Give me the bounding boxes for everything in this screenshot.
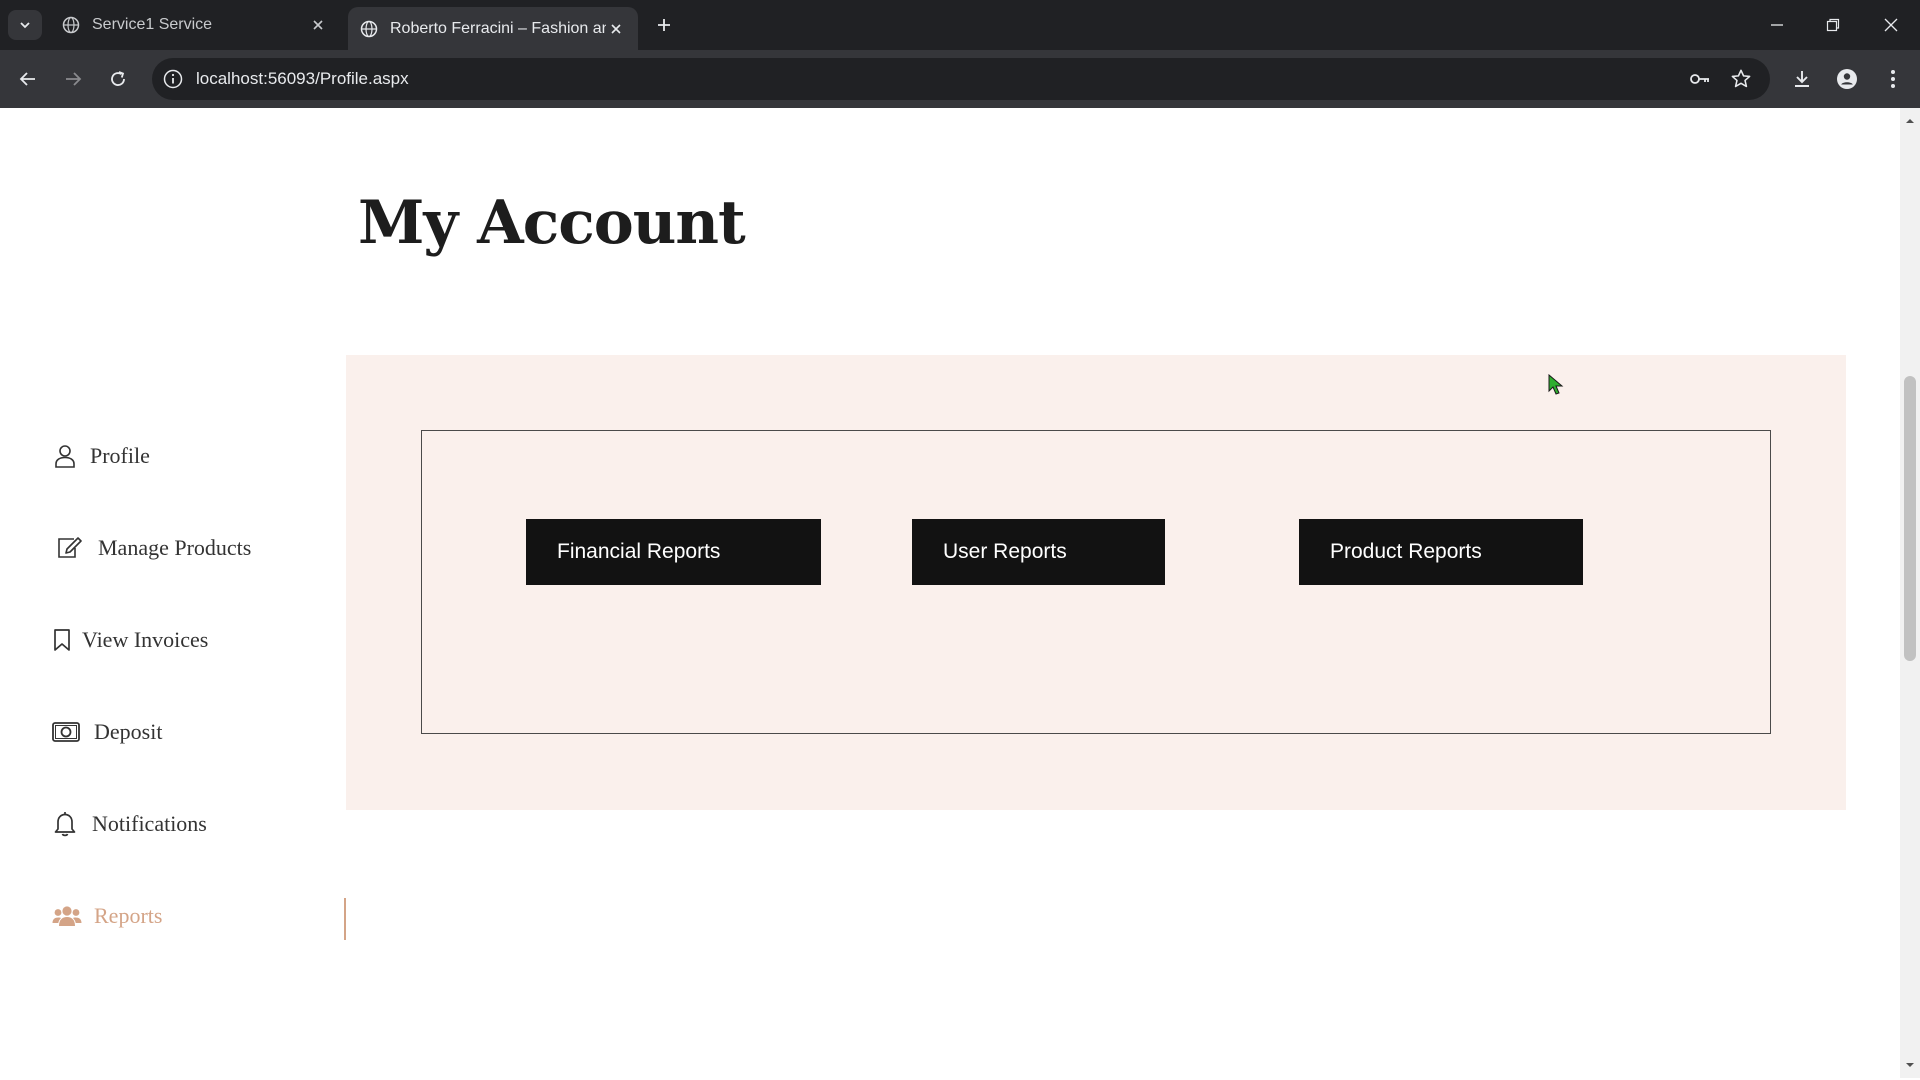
tab-title: Service1 Service	[92, 16, 213, 33]
new-tab-button[interactable]	[652, 13, 676, 37]
sidebar-item-view-invoices[interactable]: View Invoices	[52, 622, 208, 658]
plus-icon	[658, 19, 670, 31]
browser-tab-service1[interactable]: Service1 Service	[50, 7, 340, 43]
users-icon	[52, 903, 82, 929]
download-icon	[1795, 71, 1809, 87]
info-icon[interactable]	[162, 68, 184, 90]
arrow-left-icon	[19, 72, 35, 86]
tab-close-icon[interactable]	[606, 19, 626, 39]
downloads-button[interactable]	[1787, 64, 1817, 94]
sidebar-item-profile[interactable]: Profile	[52, 438, 150, 474]
sidebar-item-deposit[interactable]: Deposit	[52, 714, 162, 750]
close-icon	[1884, 18, 1898, 32]
page-scrollbar[interactable]	[1900, 108, 1920, 1078]
password-key-icon[interactable]	[1688, 67, 1712, 91]
browser-titlebar: Service1 Service Roberto Ferracini – Fas…	[0, 0, 1920, 50]
browser-tab-roberto-ferracini[interactable]: Roberto Ferracini – Fashion and	[348, 7, 638, 50]
account-icon	[1837, 69, 1857, 89]
menu-button[interactable]	[1878, 64, 1908, 94]
browser-toolbar: localhost:56093/Profile.aspx	[0, 50, 1920, 108]
url-text: localhost:56093/Profile.aspx	[196, 69, 409, 88]
sidebar-item-label: Profile	[90, 443, 150, 468]
scroll-up-icon[interactable]	[1905, 116, 1915, 126]
chevron-down-icon	[20, 22, 30, 29]
page-viewport: My Account Profile Manage Products View …	[0, 108, 1900, 1078]
user-icon	[52, 443, 78, 469]
mouse-cursor-icon	[1548, 374, 1564, 395]
minimize-icon	[1771, 24, 1783, 26]
reports-panel: Financial Reports User Reports Product R…	[346, 355, 1846, 810]
active-tab-indicator	[344, 898, 346, 940]
tab-search-button[interactable]	[8, 10, 42, 40]
arrow-right-icon	[66, 72, 82, 86]
sidebar-item-label: Deposit	[94, 719, 163, 744]
bell-icon	[52, 811, 78, 837]
product-reports-button[interactable]: Product Reports	[1299, 519, 1583, 585]
globe-icon	[62, 16, 80, 34]
page-title: My Account	[358, 188, 746, 258]
more-vertical-icon	[1891, 70, 1895, 88]
money-icon	[52, 719, 80, 745]
back-button[interactable]	[13, 64, 43, 94]
tab-close-icon[interactable]	[308, 15, 328, 35]
scroll-thumb[interactable]	[1904, 376, 1916, 661]
globe-icon	[360, 20, 378, 37]
reload-icon	[111, 71, 125, 86]
bookmark-star-icon[interactable]	[1729, 67, 1753, 91]
sidebar-item-label: Reports	[94, 903, 163, 928]
user-reports-button[interactable]: User Reports	[912, 519, 1165, 585]
sidebar-item-notifications[interactable]: Notifications	[52, 806, 207, 842]
sidebar-item-label: Notifications	[92, 811, 207, 836]
financial-reports-button[interactable]: Financial Reports	[526, 519, 821, 585]
sidebar-item-label: View Invoices	[82, 627, 209, 652]
profile-button[interactable]	[1832, 64, 1862, 94]
bookmark-icon	[52, 627, 72, 653]
reports-box: Financial Reports User Reports Product R…	[421, 430, 1771, 734]
address-bar[interactable]: localhost:56093/Profile.aspx	[152, 58, 1770, 100]
close-window-button[interactable]	[1876, 10, 1906, 40]
tab-title: Roberto Ferracini – Fashion and	[390, 19, 606, 37]
forward-button[interactable]	[58, 64, 88, 94]
scroll-down-icon[interactable]	[1905, 1060, 1915, 1070]
edit-icon	[56, 535, 82, 561]
sidebar-item-manage-products[interactable]: Manage Products	[52, 530, 251, 566]
restore-icon	[1826, 18, 1840, 32]
sidebar-item-label: Manage Products	[98, 535, 252, 560]
restore-button[interactable]	[1818, 10, 1848, 40]
minimize-button[interactable]	[1762, 10, 1792, 40]
sidebar-item-reports[interactable]: Reports	[52, 898, 162, 934]
reload-button[interactable]	[103, 64, 133, 94]
